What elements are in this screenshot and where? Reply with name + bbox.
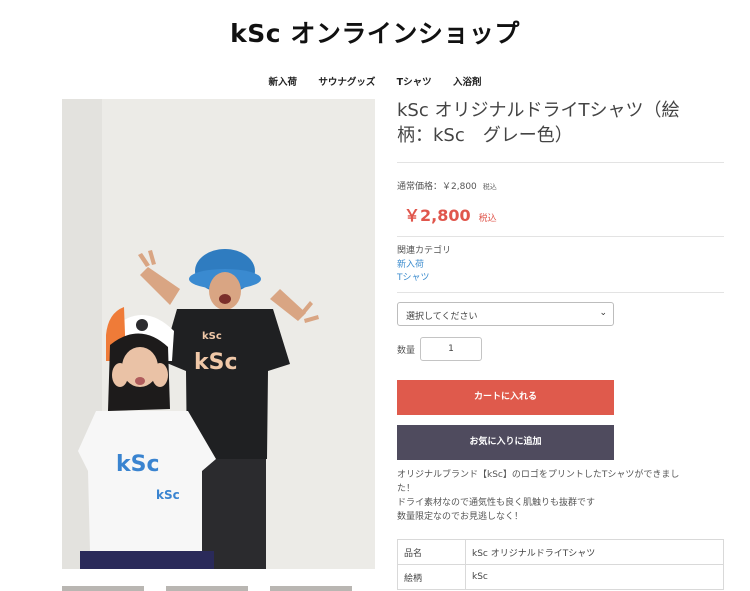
tee-print-1: kSc: [202, 331, 222, 342]
description-line: ドライ素材なので通気性も良く肌触りも抜群です: [397, 498, 596, 508]
description-line: た！: [397, 484, 416, 494]
thumbnail[interactable]: [270, 586, 352, 591]
variant-select-value: 選択してください: [406, 312, 478, 322]
product-description: オリジナルブランド【kSc】のロゴをプリントしたTシャツができまし た！ ドライ…: [397, 468, 727, 524]
regular-price-label: 通常価格：￥2,800: [397, 182, 477, 192]
nav-item-tshirts[interactable]: Tシャツ: [397, 77, 432, 88]
nav-item-new-arrivals[interactable]: 新入荷: [269, 77, 298, 88]
divider: [397, 292, 724, 293]
regular-price-tax: 税込: [482, 183, 497, 191]
spec-key: 品名: [397, 539, 466, 565]
sale-price-value: ￥2,800: [404, 206, 471, 225]
related-link-tshirts[interactable]: Tシャツ: [397, 270, 430, 283]
category-nav: 新入荷 サウナグッズ Tシャツ 入浴剤: [0, 74, 750, 88]
nav-item-sauna-goods[interactable]: サウナグッズ: [318, 77, 375, 88]
spec-table: 品名 kSc オリジナルドライTシャツ 絵柄 kSc: [397, 539, 724, 590]
variant-select[interactable]: 選択してください ⌄: [397, 302, 614, 326]
quantity-input[interactable]: 1: [420, 337, 482, 361]
spec-value: kSc: [465, 564, 724, 590]
spec-value: kSc オリジナルドライTシャツ: [465, 539, 724, 565]
spec-key: 絵柄: [397, 564, 466, 590]
sale-price-tax: 税込: [478, 214, 497, 224]
tee-print-4: kSc: [156, 488, 180, 502]
product-title-line-1: kSc オリジナルドライTシャツ（絵: [397, 100, 680, 121]
thumbnail[interactable]: [62, 586, 144, 591]
product-title-line-2: 柄：kSc グレー色）: [397, 125, 573, 146]
chevron-down-icon: ⌄: [599, 308, 607, 318]
add-to-favorites-button[interactable]: お気に入りに追加: [397, 425, 614, 460]
product-photo-illustration: kSc kSc kSc kSc: [62, 99, 375, 569]
table-row: 絵柄 kSc: [397, 564, 724, 590]
related-link-new-arrivals[interactable]: 新入荷: [397, 257, 424, 270]
related-category-label: 関連カテゴリ: [397, 246, 452, 256]
nav-item-bath-salts[interactable]: 入浴剤: [453, 77, 482, 88]
thumbnail[interactable]: [166, 586, 248, 591]
product-main-image[interactable]: kSc kSc kSc kSc: [62, 99, 375, 569]
add-to-cart-button[interactable]: カートに入れる: [397, 380, 614, 415]
divider: [397, 236, 724, 237]
site-title[interactable]: kSc オンラインショップ: [0, 14, 750, 50]
description-line: オリジナルブランド【kSc】のロゴをプリントしたTシャツができまし: [397, 470, 680, 480]
tee-print-2: kSc: [194, 350, 238, 375]
divider: [397, 162, 724, 163]
table-row: 品名 kSc オリジナルドライTシャツ: [397, 539, 724, 565]
regular-price: 通常価格：￥2,800 税込: [397, 179, 497, 192]
product-title: kSc オリジナルドライTシャツ（絵 柄：kSc グレー色）: [397, 98, 727, 148]
quantity-label: 数量: [397, 346, 416, 356]
sale-price: ￥2,800 税込: [404, 202, 497, 226]
description-line: 数量限定なのでお見逃しなく！: [397, 512, 524, 522]
tee-print-3: kSc: [116, 452, 160, 477]
